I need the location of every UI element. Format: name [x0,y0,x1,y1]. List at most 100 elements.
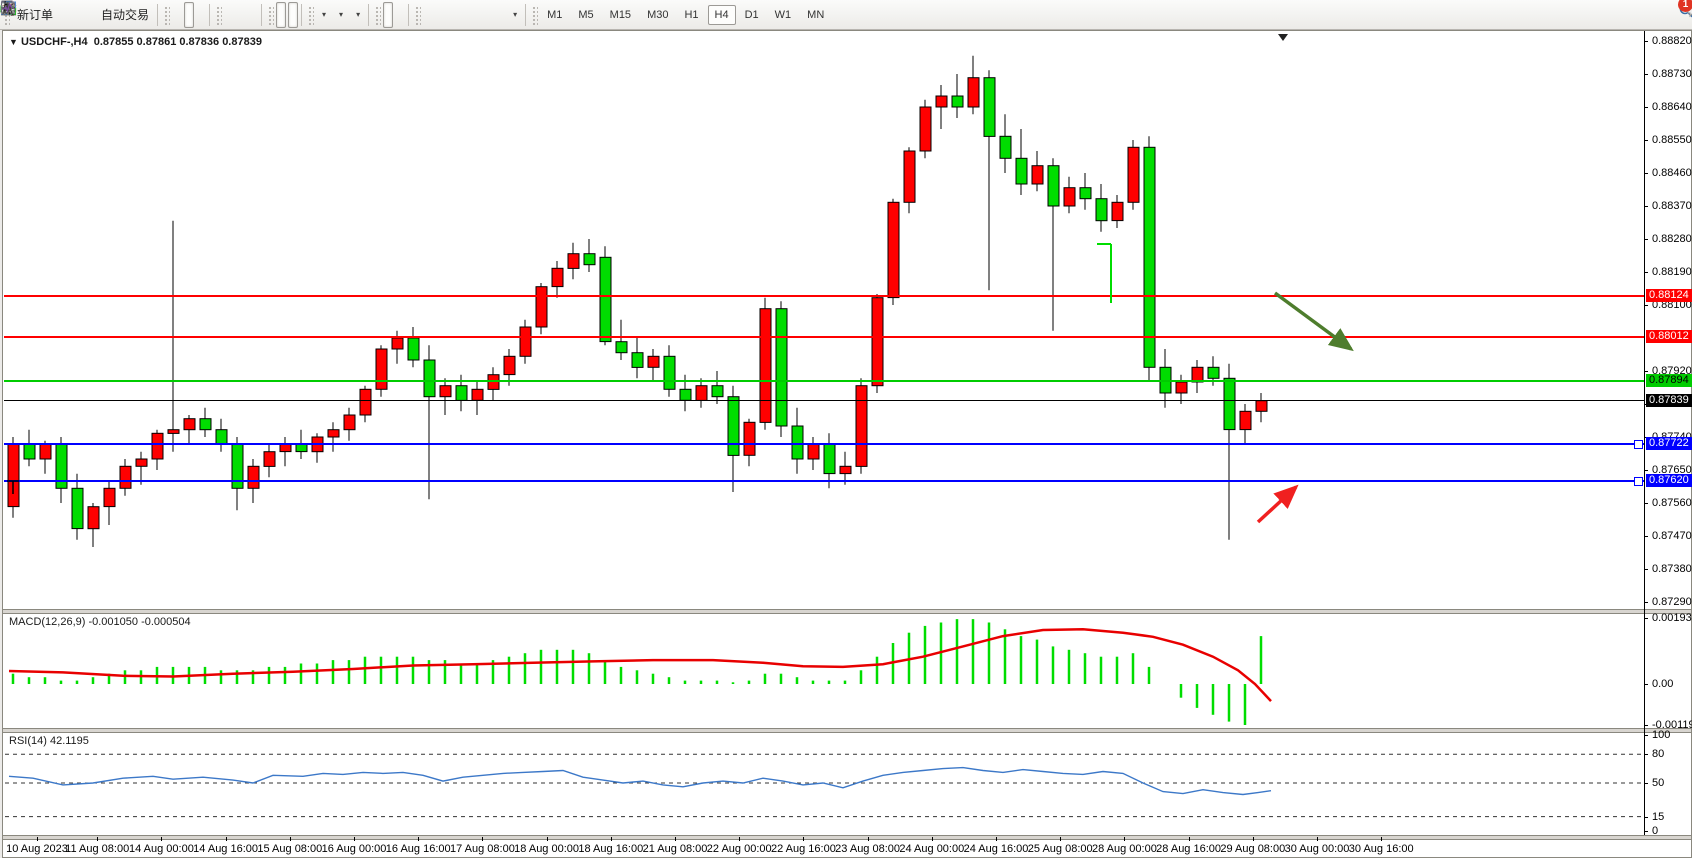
rsi-axis-tick: 15 [1652,812,1664,823]
cursor-button[interactable] [383,2,393,28]
new-order-button-label: 新订单 [17,6,53,23]
notification-badge: 1 [1678,0,1692,12]
toolbar-group-drawings: EFAT ▾ [411,1,523,29]
timeframe-mn-button[interactable]: MN [800,5,831,25]
drag-grip[interactable] [531,5,538,25]
vertical-line-button[interactable] [423,2,433,28]
date-axis-label: 24 Aug 16:00 [964,843,1029,855]
timeframe-h4-button[interactable]: H4 [708,5,736,25]
toolbar-group-zoom [212,1,259,29]
timeframe-d1-button[interactable]: D1 [738,5,766,25]
toolbar-separator [209,4,210,26]
new-order-button[interactable]: 新订单 [12,2,58,28]
date-axis-label: 16 Aug 16:00 [386,843,451,855]
price-axis-tick: 0.87290 [1652,597,1692,608]
date-axis-label: 10 Aug 2023 [6,843,68,855]
price-tag-0.87620: 0.87620 [1646,474,1692,487]
date-axis-label: 15 Aug 08:00 [257,843,322,855]
dropdown-caret-icon[interactable]: ▾ [356,10,360,19]
price-axis-tick: 0.88820 [1652,36,1692,47]
dropdown-caret-icon[interactable]: ▾ [322,10,326,19]
price-axis-tick: 0.88550 [1652,135,1692,146]
indicators-button[interactable]: ▾ [316,2,331,28]
date-axis-label: 14 Aug 00:00 [129,843,194,855]
date-axis-label: 24 Aug 00:00 [899,843,964,855]
date-axis-label: 28 Aug 00:00 [1092,843,1157,855]
drag-grip[interactable] [215,5,222,25]
signals-button[interactable] [84,2,94,28]
macd-axis-tick: 0.001931 [1652,613,1692,624]
candlestick-button[interactable] [184,2,194,28]
price-tag-0.87722: 0.87722 [1646,437,1692,450]
price-axis-tick: 0.88370 [1652,201,1692,212]
timeframe-m30-button[interactable]: M30 [640,5,675,25]
fibonacci-button[interactable]: F [471,2,481,28]
toolbar-separator [368,4,369,26]
drag-grip[interactable] [307,5,314,25]
auto-trading-button-label: 自动交易 [101,6,149,23]
toolbar-separator [525,4,526,26]
date-axis-label: 11 Aug 08:00 [65,843,129,855]
arrows-button[interactable]: ▾ [507,2,522,28]
date-axis-label: 21 Aug 08:00 [643,843,708,855]
line-chart-button[interactable] [196,2,206,28]
toolbar-group-pointer [371,1,406,29]
date-axis-label: 28 Aug 16:00 [1156,843,1221,855]
date-axis-label: 16 Aug 00:00 [322,843,387,855]
zoom-out-button[interactable] [236,2,246,28]
toolbar-group-scroll [264,1,299,29]
price-axis-tick: 0.88280 [1652,234,1692,245]
price-axis-tick: 0.88460 [1652,168,1692,179]
periods-button[interactable]: ▾ [333,2,348,28]
price-axis-tick: 0.88640 [1652,102,1692,113]
horizontal-line-button[interactable] [435,2,445,28]
date-axis-label: 30 Aug 16:00 [1349,843,1414,855]
price-axis-tick: 0.88190 [1652,267,1692,278]
rsi-axis-tick: 50 [1652,778,1664,789]
date-axis-label: 25 Aug 08:00 [1028,843,1093,855]
price-tag-0.88124: 0.88124 [1646,289,1692,302]
toolbar-group-timeframes: M1M5M15M30H1H4D1W1MN [528,1,832,29]
drag-grip[interactable] [267,5,274,25]
date-axis-label: 30 Aug 00:00 [1285,843,1350,855]
channel-button[interactable]: E [459,2,469,28]
arrows-icon [0,0,17,17]
date-axis-label: 18 Aug 16:00 [578,843,643,855]
auto-scroll-button[interactable] [276,2,286,28]
timeframe-m1-button[interactable]: M1 [540,5,569,25]
price-tag-0.87894: 0.87894 [1646,374,1692,387]
dropdown-caret-icon[interactable]: ▾ [339,10,343,19]
bar-chart-button[interactable] [172,2,182,28]
date-axis-label: 29 Aug 08:00 [1220,843,1285,855]
auto-trading-button[interactable]: 自动交易 [96,2,154,28]
drag-grip[interactable] [374,5,381,25]
timeframe-w1-button[interactable]: W1 [768,5,799,25]
templates-button[interactable]: ▾ [350,2,365,28]
mt4-application: 新订单 自动交易 ▾ ▾ ▾ EFAT ▾ M1M5M15M30H1H4D1W1MN 1 ▼ U… [0,0,1692,858]
price-axis-tick: 0.87470 [1652,531,1692,542]
drag-grip[interactable] [414,5,421,25]
tile-windows-button[interactable] [248,2,258,28]
rsi-series [3,31,1644,835]
toolbar-separator [408,4,409,26]
text-label-button[interactable]: T [495,2,505,28]
market-watch-button[interactable] [60,2,70,28]
toolbar: 新订单 自动交易 ▾ ▾ ▾ EFAT ▾ M1M5M15M30H1H4D1W1MN 1 [0,0,1692,30]
community-button[interactable] [72,2,82,28]
macd-axis-tick: 0.00 [1652,679,1673,690]
drag-grip[interactable] [163,5,170,25]
timeframe-h1-button[interactable]: H1 [677,5,705,25]
crosshair-button[interactable] [395,2,405,28]
text-button[interactable]: A [483,2,493,28]
timeframe-m5-button[interactable]: M5 [571,5,600,25]
trendline-button[interactable] [447,2,457,28]
chart-shift-button[interactable] [288,2,298,28]
toolbar-separator [157,4,158,26]
timeframe-m15-button[interactable]: M15 [603,5,638,25]
dropdown-caret-icon[interactable]: ▾ [513,10,517,19]
pane-separator[interactable] [3,835,1691,840]
date-axis-label: 14 Aug 16:00 [193,843,258,855]
chart-window: ▼ USDCHF-,H4 0.87855 0.87861 0.87836 0.8… [2,30,1692,858]
zoom-in-button[interactable] [224,2,234,28]
price-tag-0.88012: 0.88012 [1646,330,1692,343]
